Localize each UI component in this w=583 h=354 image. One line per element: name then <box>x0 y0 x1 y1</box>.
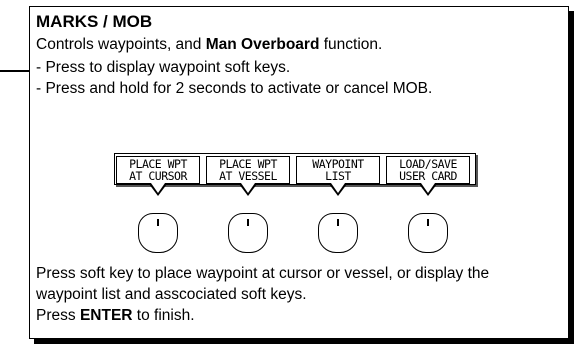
footer-suffix: to finish. <box>132 307 195 324</box>
softkey-pointer-fill <box>151 183 165 193</box>
panel-description: Controls waypoints, and Man Overboard fu… <box>36 34 382 55</box>
panel-title: MARKS / MOB <box>36 12 153 31</box>
softkey-pointer-fill <box>241 183 255 193</box>
softkey-label-line: AT CURSOR <box>129 169 187 183</box>
softkey-label-line: USER CARD <box>399 169 457 183</box>
softkey-place-wpt-at-cursor[interactable]: PLACE WPT AT CURSOR <box>116 156 200 184</box>
soft-key-button-2[interactable] <box>228 213 268 253</box>
description-suffix: function. <box>319 36 383 53</box>
instruction-item: - Press and hold for 2 seconds to activa… <box>36 80 433 97</box>
footer-line: Press soft key to place waypoint at curs… <box>36 265 490 282</box>
softkey-pointer-fill <box>421 183 435 193</box>
softkey-pointer-fill <box>331 183 345 193</box>
enter-key-label: ENTER <box>79 307 133 324</box>
instruction-item: - Press to display waypoint soft keys. <box>36 59 291 76</box>
soft-key-button-1[interactable] <box>138 213 178 253</box>
footer-line: Press ENTER to finish. <box>36 305 564 326</box>
softkey-label-line: AT VESSEL <box>219 169 277 183</box>
softkey-place-wpt-at-vessel[interactable]: PLACE WPT AT VESSEL <box>206 156 290 184</box>
footer-prefix: Press <box>36 307 80 324</box>
description-bold: Man Overboard <box>205 36 320 53</box>
instruction-list: - Press to display waypoint soft keys. -… <box>36 57 432 99</box>
footer-line: waypoint list and asscociated soft keys. <box>36 286 307 303</box>
soft-key-button-3[interactable] <box>318 213 358 253</box>
soft-key-strip: PLACE WPT AT CURSOR PLACE WPT AT VESSEL … <box>114 153 476 203</box>
soft-key-button-4[interactable] <box>408 213 448 253</box>
softkey-label-line: LIST <box>325 169 351 183</box>
description-prefix: Controls waypoints, and <box>36 36 206 53</box>
softkey-load-save-user-card[interactable]: LOAD/SAVE USER CARD <box>386 156 470 184</box>
softkey-waypoint-list[interactable]: WAYPOINT LIST <box>296 156 380 184</box>
help-panel: MARKS / MOB Controls waypoints, and Man … <box>29 6 569 339</box>
footer-instructions: Press soft key to place waypoint at curs… <box>36 263 564 326</box>
